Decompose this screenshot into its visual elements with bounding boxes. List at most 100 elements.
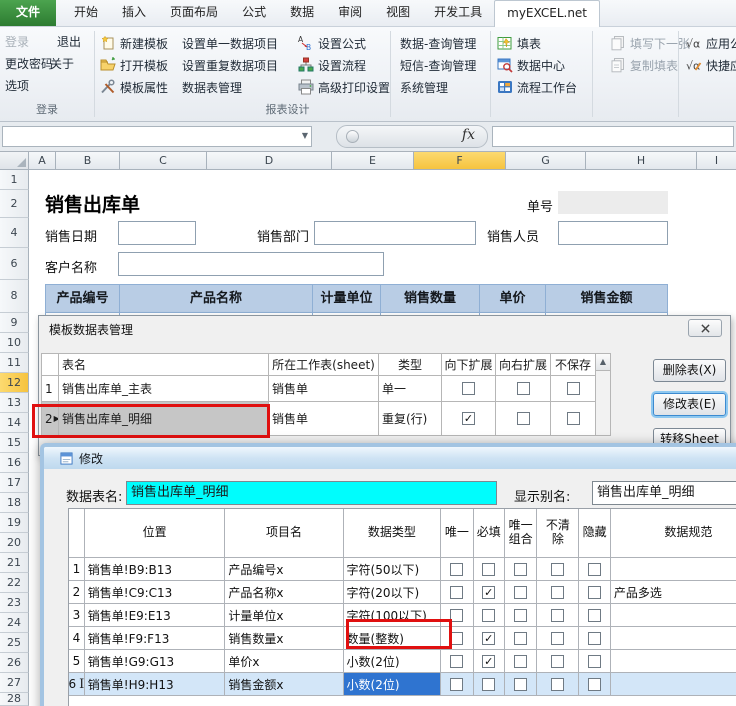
dialog2-row-num[interactable]: 3 [69, 604, 85, 627]
checkbox-unchecked[interactable] [588, 608, 602, 622]
product-col-header-0[interactable]: 产品编号 [45, 284, 120, 313]
dialog2-cell-position[interactable]: 销售单!B9:B13 [84, 558, 226, 581]
row-header-19[interactable]: 19 [0, 513, 29, 533]
modify-table-button[interactable]: 修改表(E) [653, 393, 726, 416]
column-header-H[interactable]: H [586, 152, 697, 170]
dialog1-cell-name[interactable]: 销售出库单_主表 [59, 376, 269, 402]
product-col-header-3[interactable]: 销售数量 [381, 284, 480, 313]
column-header-F[interactable]: F [414, 152, 506, 170]
row-header-9[interactable]: 9 [0, 313, 29, 333]
ribbon-tab-5[interactable]: 审阅 [326, 0, 374, 26]
row-header-22[interactable]: 22 [0, 573, 29, 593]
ribbon-button-item_col-2[interactable]: 数据表管理 [182, 76, 278, 98]
checkbox-unchecked[interactable] [588, 585, 602, 599]
ribbon-button-template-properties[interactable]: 模板属性 [100, 76, 168, 98]
column-header-D[interactable]: D [207, 152, 332, 170]
ribbon-tab-7[interactable]: 开发工具 [422, 0, 494, 26]
ribbon-button-query_col-1[interactable]: 短信-查询管理 [400, 54, 476, 76]
row-header-4[interactable]: 4 [0, 218, 29, 248]
sale-dept-field[interactable] [314, 221, 476, 245]
checkbox-unchecked[interactable] [450, 562, 464, 576]
row-header-24[interactable]: 24 [0, 613, 29, 633]
checkbox-unchecked[interactable] [566, 382, 580, 395]
row-header-15[interactable]: 15 [0, 433, 29, 453]
dialog2-cell-item-name[interactable]: 销售金额x [225, 673, 344, 696]
dialog1-row-num[interactable]: 2▶ [42, 402, 59, 436]
dialog2-row-6[interactable]: 6 I 销售单!H9:H13 销售金额x 小数(2位) [69, 673, 736, 696]
checkbox-unchecked[interactable] [588, 631, 602, 645]
tab-file[interactable]: 文件 [0, 0, 57, 26]
row-header-25[interactable]: 25 [0, 633, 29, 653]
dialog2-cell-data-spec[interactable] [610, 558, 736, 581]
dialog2-row-num[interactable]: 6I [69, 673, 85, 696]
checkbox-unchecked[interactable] [516, 412, 530, 425]
dialog2-cell-item-name[interactable]: 销售数量x [225, 627, 344, 650]
dialog2-cell-data-spec[interactable]: 产品多选 [610, 581, 736, 604]
checkbox-unchecked[interactable] [450, 585, 464, 599]
column-header-B[interactable]: B [56, 152, 120, 170]
checkbox-checked[interactable]: ✓ [462, 412, 475, 425]
dialog2-row-1[interactable]: 1 销售单!B9:B13 产品编号x 字符(50以下) [69, 558, 736, 581]
checkbox-unchecked[interactable] [551, 677, 565, 691]
ribbon-tab-0[interactable]: 开始 [62, 0, 110, 26]
dialog2-cell-data-type[interactable]: 小数(2位) [343, 673, 442, 696]
dialog1-cell-type[interactable]: 单一 [379, 376, 442, 402]
column-header-E[interactable]: E [332, 152, 414, 170]
sale-person-field[interactable] [558, 221, 668, 245]
checkbox-unchecked[interactable] [588, 562, 602, 576]
scroll-up-icon[interactable]: ▲ [596, 354, 610, 371]
formula-input[interactable] [492, 126, 734, 147]
dialog1-row-num[interactable]: 1 [42, 376, 59, 402]
checkbox-unchecked[interactable] [450, 608, 464, 622]
dialog2-cell-item-name[interactable]: 产品名称x [225, 581, 344, 604]
dialog2-row-num[interactable]: 5 [69, 650, 85, 673]
row-header-26[interactable]: 26 [0, 653, 29, 673]
ribbon-button-query_col-2[interactable]: 系统管理 [400, 76, 476, 98]
alias-input[interactable]: 销售出库单_明细 [592, 481, 736, 505]
checkbox-checked[interactable]: ✓ [482, 631, 496, 645]
checkbox-unchecked[interactable] [462, 382, 475, 395]
checkbox-unchecked[interactable] [551, 654, 565, 668]
row-header-18[interactable]: 18 [0, 493, 29, 513]
checkbox-unchecked[interactable] [516, 382, 530, 395]
row-header-10[interactable]: 10 [0, 333, 29, 353]
product-col-header-4[interactable]: 单价 [480, 284, 546, 313]
dialog1-row-2[interactable]: 2▶销售出库单_明细销售单重复(行) ✓ [42, 402, 596, 436]
checkbox-unchecked[interactable] [514, 654, 528, 668]
dialog2-cell-position[interactable]: 销售单!F9:F13 [84, 627, 226, 650]
column-header-C[interactable]: C [120, 152, 207, 170]
order-no-field[interactable] [558, 191, 668, 214]
name-box[interactable]: ▼ [2, 126, 312, 147]
ribbon-button-quick-apply[interactable]: √α 快捷应用 [686, 54, 736, 76]
checkbox-unchecked[interactable] [450, 654, 464, 668]
dialog2-row-3[interactable]: 3 销售单!E9:E13 计量单位x 字符(100以下) [69, 604, 736, 627]
dialog2-row-5[interactable]: 5 销售单!G9:G13 单价x 小数(2位) ✓ [69, 650, 736, 673]
checkbox-unchecked[interactable] [482, 608, 496, 622]
dialog2-cell-item-name[interactable]: 产品编号x [225, 558, 344, 581]
sale-date-field[interactable] [118, 221, 196, 245]
dialog2-row-4[interactable]: 4 销售单!F9:F13 销售数量x 数量(整数) ✓ [69, 627, 736, 650]
tab-myexcel-net[interactable]: myEXCEL.net [494, 0, 601, 27]
dialog2-cell-position[interactable]: 销售单!E9:E13 [84, 604, 226, 627]
dialog2-cell-data-type[interactable]: 数量(整数) [343, 627, 442, 650]
dialog2-cell-item-name[interactable]: 单价x [225, 650, 344, 673]
dialog1-scrollbar[interactable]: ▲ [595, 353, 611, 436]
row-header-13[interactable]: 13 [0, 393, 29, 413]
row-header-12[interactable]: 12 [0, 373, 29, 393]
dialog1-cell-sheet[interactable]: 销售单 [269, 402, 379, 436]
dialog2-row-num[interactable]: 2 [69, 581, 85, 604]
insert-function-icon[interactable]: fx [462, 127, 475, 143]
checkbox-unchecked[interactable] [551, 631, 565, 645]
dialog1-cell-name[interactable]: 销售出库单_明细 [59, 402, 269, 436]
ribbon-tab-6[interactable]: 视图 [374, 0, 422, 26]
checkbox-unchecked[interactable] [551, 562, 565, 576]
dialog2-cell-position[interactable]: 销售单!G9:G13 [84, 650, 226, 673]
ribbon-tab-3[interactable]: 公式 [230, 0, 278, 26]
ribbon-button-printer[interactable]: 高级打印设置 [298, 76, 390, 98]
row-header-2[interactable]: 2 [0, 190, 29, 218]
column-header-I[interactable]: I [697, 152, 736, 170]
checkbox-unchecked[interactable] [450, 631, 464, 645]
row-header-14[interactable]: 14 [0, 413, 29, 433]
row-header-20[interactable]: 20 [0, 533, 29, 553]
dialog1-row-1[interactable]: 1 销售出库单_主表 销售单 单一 [42, 376, 596, 402]
